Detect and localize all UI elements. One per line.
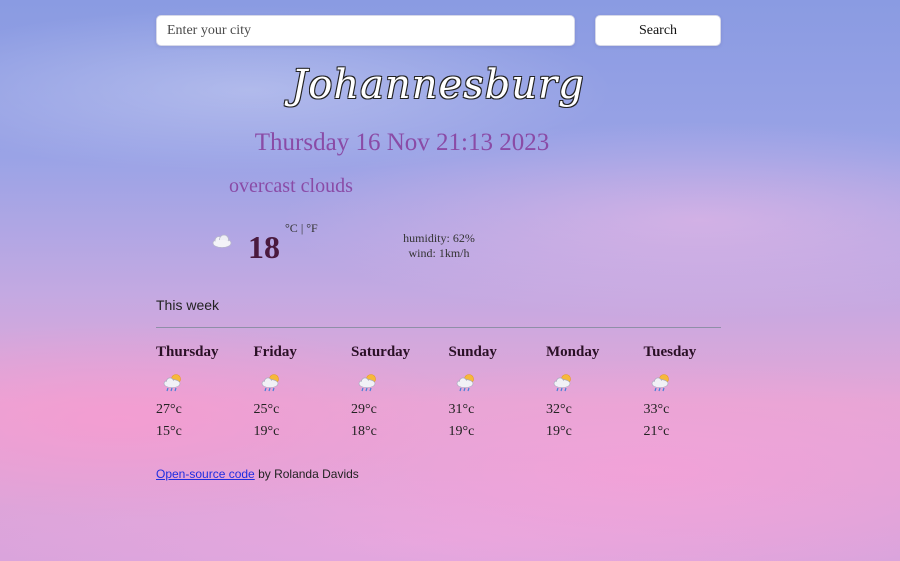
forecast-day-name: Friday <box>253 344 297 360</box>
forecast-day: Saturday 29°c 18°c <box>351 344 448 440</box>
forecast-min-temp: 19°c <box>448 424 475 439</box>
rain-cloud-icon <box>455 372 546 396</box>
footer: Open-source code by Rolanda Davids <box>156 467 359 481</box>
forecast-day-name: Sunday <box>448 344 497 360</box>
forecast-min-temp: 21°c <box>643 424 670 439</box>
forecast-max-temp: 33°c <box>643 402 670 417</box>
wind-value: wind: 1km/h <box>408 246 470 260</box>
forecast-max-temp: 31°c <box>448 402 475 417</box>
divider <box>156 327 721 328</box>
source-code-link[interactable]: Open-source code <box>156 467 255 481</box>
rain-cloud-icon <box>162 372 253 396</box>
footer-credit: by Rolanda Davids <box>254 467 359 481</box>
forecast-day-name: Saturday <box>351 344 411 360</box>
forecast-min-temp: 15°c <box>156 424 182 439</box>
forecast-day-name: Monday <box>546 344 600 360</box>
forecast-day: Sunday 31°c 19°c <box>449 344 546 440</box>
week-heading: This week <box>156 297 220 313</box>
forecast-day: Friday 25°c 19°c <box>254 344 351 440</box>
forecast-max-temp: 25°c <box>253 402 280 417</box>
humidity-value: humidity: 62% <box>403 231 475 245</box>
forecast-min-temp: 19°c <box>546 424 572 439</box>
forecast-day-name: Tuesday <box>643 344 697 360</box>
celsius-link[interactable]: °C <box>285 221 298 235</box>
forecast-day-name: Thursday <box>156 344 219 360</box>
forecast-day: Tuesday 33°c 21°c <box>644 344 741 440</box>
search-button[interactable]: Search <box>595 15 721 46</box>
rain-cloud-icon <box>552 372 643 396</box>
rain-cloud-icon <box>650 372 741 396</box>
current-temperature: 18 <box>248 229 280 265</box>
city-name: Johannesburg <box>291 62 585 108</box>
unit-toggle: °C | °F <box>285 221 318 236</box>
unit-separator: | <box>297 221 307 235</box>
rain-cloud-icon <box>357 372 448 396</box>
forecast-min-temp: 18°c <box>351 424 377 439</box>
forecast-max-temp: 27°c <box>156 402 182 417</box>
forecast-day: Monday 32°c 19°c <box>546 344 643 440</box>
fahrenheit-link[interactable]: °F <box>306 221 317 235</box>
search-input[interactable] <box>156 15 575 46</box>
cloud-icon <box>210 234 232 253</box>
rain-cloud-icon <box>260 372 351 396</box>
forecast-min-temp: 19°c <box>253 424 280 439</box>
weather-description: overcast clouds <box>229 175 353 197</box>
current-datetime: Thursday 16 Nov 21:13 2023 <box>254 129 550 156</box>
weather-details: humidity: 62% wind: 1km/h <box>384 231 494 261</box>
forecast-max-temp: 29°c <box>351 402 377 417</box>
forecast-day: Thursday 27°c 15°c <box>156 344 253 440</box>
forecast-max-temp: 32°c <box>546 402 572 417</box>
